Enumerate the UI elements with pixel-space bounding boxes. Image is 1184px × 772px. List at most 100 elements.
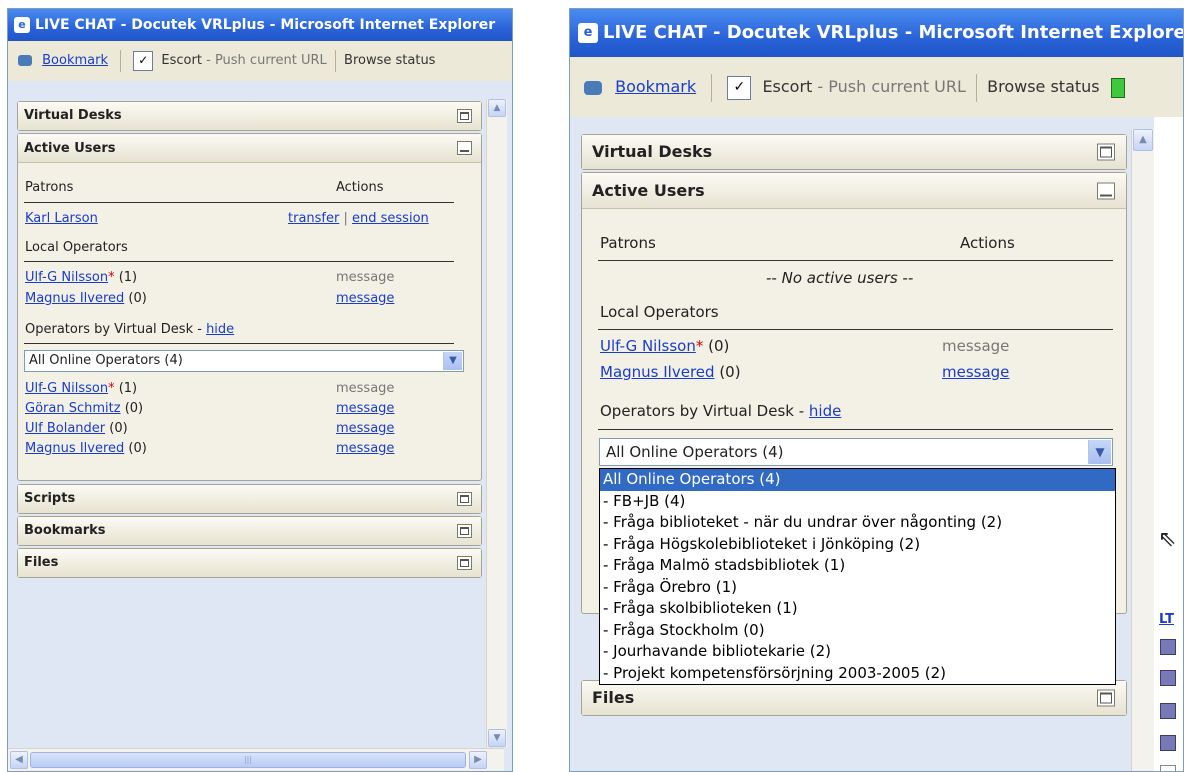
push-url-link[interactable]: Push current URL <box>215 53 327 68</box>
operator-name[interactable]: Ulf-G Nilsson <box>600 337 696 355</box>
color-square <box>1160 735 1176 751</box>
hide-link[interactable]: hide <box>809 402 841 420</box>
transfer-link[interactable]: transfer <box>288 211 339 226</box>
virtual-desks-panel: Virtual Desks <box>581 134 1127 170</box>
maximize-icon[interactable] <box>457 524 472 538</box>
dropdown-option-selected[interactable]: All Online Operators (4) <box>600 469 1115 491</box>
operator-name[interactable]: Magnus Ilvered <box>600 363 715 381</box>
maximize-icon[interactable] <box>1097 143 1115 161</box>
panel-header[interactable]: Virtual Desks <box>582 135 1126 169</box>
side-link[interactable]: LT <box>1159 612 1174 627</box>
panel-header[interactable]: Files <box>582 681 1126 715</box>
color-square <box>1160 639 1176 655</box>
escort-checkbox[interactable]: ✓ <box>133 50 154 71</box>
operator-name[interactable]: Göran Schmitz <box>25 401 121 416</box>
dropdown-option[interactable]: - Fråga Malmö stadsbibliotek (1) <box>600 555 1115 577</box>
actions-header: Actions <box>960 234 1015 252</box>
window-title-bar: e LIVE CHAT - Docutek VRLplus - Microsoft… <box>8 9 512 41</box>
scrollbar-thumb[interactable]: ||| <box>30 752 466 768</box>
color-square <box>1160 765 1176 771</box>
dropdown-option[interactable]: - FB+JB (4) <box>600 491 1115 513</box>
patron-name[interactable]: Karl Larson <box>25 211 98 226</box>
operator-row: Göran Schmitz (0) <box>25 401 143 416</box>
maximize-icon[interactable] <box>1097 689 1115 707</box>
panel-header[interactable]: Scripts <box>18 485 481 513</box>
maximize-icon[interactable] <box>457 556 472 570</box>
virtual-desks-panel: Virtual Desks <box>17 101 482 131</box>
operator-count: (0) <box>719 363 741 381</box>
left-window: e LIVE CHAT - Docutek VRLplus - Microsoft… <box>7 8 513 772</box>
virtual-desk-select[interactable]: All Online Operators (4) ▼ <box>599 438 1113 466</box>
toolbar-separator <box>976 73 978 102</box>
color-square <box>1160 703 1176 719</box>
panel-title: Virtual Desks <box>592 142 713 161</box>
dropdown-option[interactable]: - Fråga Örebro (1) <box>600 577 1115 599</box>
dropdown-option[interactable]: - Fråga skolbiblioteken (1) <box>600 598 1115 620</box>
operator-name[interactable]: Ulf-G Nilsson <box>25 381 108 396</box>
divider <box>598 260 1113 261</box>
push-url-link[interactable]: Push current URL <box>828 77 966 96</box>
minimize-icon[interactable] <box>457 141 472 155</box>
escort-checkbox[interactable]: ✓ <box>727 75 752 100</box>
panel-title: Files <box>24 555 59 570</box>
dropdown-option[interactable]: - Fråga Stockholm (0) <box>600 620 1115 642</box>
operator-count: (1) <box>118 270 138 285</box>
message-link[interactable]: message <box>942 363 1009 381</box>
virtual-desk-dropdown-list[interactable]: All Online Operators (4) - FB+JB (4) - F… <box>599 468 1116 685</box>
message-link[interactable]: message <box>336 441 394 456</box>
window-title: LIVE CHAT - Docutek VRLplus - Microsoft … <box>35 17 496 33</box>
toolbar-dash: - <box>817 77 824 96</box>
primary-star: * <box>108 381 115 396</box>
message-link[interactable]: message <box>336 421 394 436</box>
ie-logo-icon: e <box>14 17 30 33</box>
scroll-down-icon[interactable]: ▼ <box>488 729 506 747</box>
dropdown-option[interactable]: - Projekt kompetensförsörjning 2003-2005… <box>600 663 1115 685</box>
message-link[interactable]: message <box>336 291 394 306</box>
operator-row: Ulf-G Nilsson* (0) <box>600 337 729 355</box>
scroll-left-icon[interactable]: ◀ <box>10 751 28 769</box>
panel-header[interactable]: Active Users <box>18 134 481 163</box>
actions-header: Actions <box>336 180 384 195</box>
panel-header[interactable]: Bookmarks <box>18 517 481 545</box>
vertical-scrollbar[interactable]: ▲ ▼ <box>486 99 507 747</box>
scroll-up-icon[interactable]: ▲ <box>1133 129 1153 151</box>
operator-row: Ulf-G Nilsson* (1) <box>25 270 137 285</box>
bookmarks-panel: Bookmarks <box>17 516 482 546</box>
toolbar-separator <box>120 49 122 72</box>
dropdown-arrow-icon[interactable]: ▼ <box>1088 440 1111 464</box>
operator-name[interactable]: Magnus Ilvered <box>25 441 124 456</box>
message-link[interactable]: message <box>336 401 394 416</box>
bookmark-link[interactable]: Bookmark <box>42 53 108 68</box>
window-title: LIVE CHAT - Docutek VRLplus - Microsoft … <box>603 22 1183 43</box>
maximize-icon[interactable] <box>457 492 472 506</box>
panel-header[interactable]: Virtual Desks <box>18 102 481 130</box>
dropdown-option[interactable]: - Fråga biblioteket - när du undrar över… <box>600 512 1115 534</box>
minimize-icon[interactable] <box>1097 182 1115 199</box>
color-square <box>1160 670 1176 686</box>
bookmark-icon <box>584 80 602 95</box>
virtual-desk-select[interactable]: All Online Operators (4) ▼ <box>24 350 464 372</box>
scroll-up-icon[interactable]: ▲ <box>488 99 506 117</box>
operator-name[interactable]: Ulf Bolander <box>25 421 105 436</box>
hide-link[interactable]: hide <box>206 322 234 337</box>
dropdown-option[interactable]: - Jourhavande bibliotekarie (2) <box>600 641 1115 663</box>
no-active-users: -- No active users -- <box>766 269 914 287</box>
panel-header[interactable]: Files <box>18 549 481 577</box>
operator-name[interactable]: Magnus Ilvered <box>25 291 124 306</box>
end-session-link[interactable]: end session <box>352 211 429 226</box>
files-panel: Files <box>581 680 1127 716</box>
operator-name[interactable]: Ulf-G Nilsson <box>25 270 108 285</box>
dropdown-option[interactable]: - Fråga Högskolebiblioteket i Jönköping … <box>600 534 1115 556</box>
panel-header[interactable]: Active Users <box>582 173 1126 209</box>
operator-row: Ulf Bolander (0) <box>25 421 128 436</box>
dropdown-arrow-icon[interactable]: ▼ <box>443 352 462 370</box>
vertical-scrollbar[interactable]: ▲ <box>1131 129 1154 771</box>
divider <box>24 202 454 203</box>
operator-row: Magnus Ilvered (0) <box>600 363 741 381</box>
divider <box>24 343 454 344</box>
operator-row: Magnus Ilvered (0) <box>25 441 147 456</box>
maximize-icon[interactable] <box>457 109 472 123</box>
scroll-right-icon[interactable]: ▶ <box>469 751 487 769</box>
bookmark-link[interactable]: Bookmark <box>615 77 696 96</box>
horizontal-scrollbar[interactable]: ◀ ||| ▶ <box>8 748 504 771</box>
